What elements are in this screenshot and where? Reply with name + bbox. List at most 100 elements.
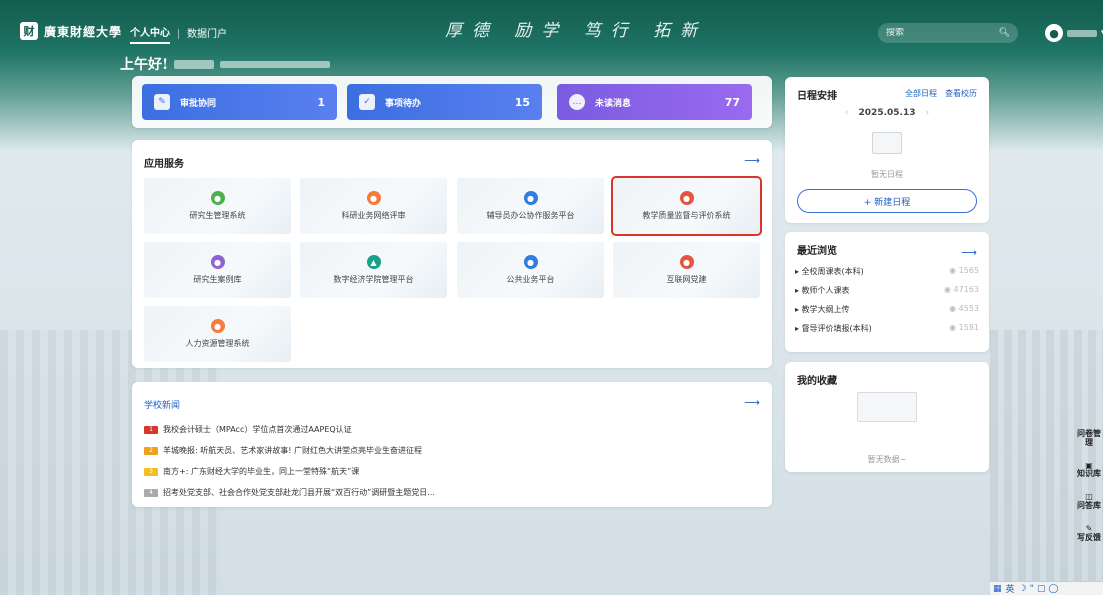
section-title[interactable]: 学校新闻 — [144, 398, 180, 411]
nav-personal-center[interactable]: 个人中心 — [130, 24, 170, 44]
app-services-panel: 应用服务 ⟶ ● 研究生管理系统 ● 科研业务网络评审 ● 辅导员办公协作服务平… — [132, 140, 772, 368]
stat-todo[interactable]: ✓ 事项待办 15 — [347, 84, 542, 120]
ime-lang[interactable]: 英 — [1006, 582, 1015, 595]
arrow-right-icon[interactable]: ⟶ — [744, 396, 760, 409]
schedule-links: 全部日程 查看校历 — [905, 88, 977, 99]
stat-count: 1 — [317, 95, 325, 109]
app-tile[interactable]: ● 研究生案例库 — [144, 242, 291, 298]
schedule-panel: 日程安排 全部日程 查看校历 ‹ 2025.05.13 › 暂无日程 + 新建日程 — [785, 77, 989, 223]
recent-name: 全校周课表(本科) — [801, 267, 864, 276]
current-date: 2025.05.13 — [858, 108, 916, 118]
app-name: 研究生案例库 — [193, 275, 242, 284]
news-item[interactable]: 3 南方+: 广东财经大学的毕业生，同上一堂特殊“航天”课 — [144, 466, 435, 477]
new-schedule-button[interactable]: + 新建日程 — [797, 189, 977, 213]
logo-text: 廣東財經大學 — [44, 24, 123, 39]
app-tile-highlighted[interactable]: ● 教学质量监督与评价系统 — [611, 176, 762, 236]
app-tile[interactable]: ● 公共业务平台 — [457, 242, 604, 298]
knowledge-tool[interactable]: ▣ 知识库 — [1077, 461, 1101, 480]
app-tile[interactable]: ● 互联网党建 — [613, 242, 760, 298]
news-tag-icon: 2 — [144, 446, 158, 455]
app-name: 人力资源管理系统 — [185, 339, 250, 348]
stat-approval[interactable]: ✎ 审批协同 1 — [142, 84, 337, 120]
app-tile[interactable]: ● 研究生管理系统 — [144, 178, 291, 234]
arrow-right-icon[interactable]: ⟶ — [744, 154, 760, 167]
chevron-left-icon[interactable]: ‹ — [845, 108, 849, 118]
app-tile[interactable]: ● 科研业务网络评审 — [300, 178, 447, 234]
news-tag-icon: 4 — [144, 488, 158, 497]
logo-icon: 财 — [20, 22, 38, 40]
recent-panel: 最近浏览 ⟶ ▸ 全校周课表(本科) ◉ 1565 ▸ 教师个人课表 ◉ 471… — [785, 232, 989, 352]
app-name: 研究生管理系统 — [189, 211, 246, 220]
app-icon: ● — [523, 255, 538, 269]
arrow-right-icon[interactable]: ⟶ — [961, 246, 977, 259]
nav-divider — [178, 29, 179, 39]
section-title: 最近浏览 — [797, 246, 837, 257]
calendar-link[interactable]: 查看校历 — [945, 88, 977, 99]
feedback-tool[interactable]: ✎ 写反馈 — [1077, 524, 1101, 543]
avatar[interactable]: ● — [1045, 24, 1063, 42]
app-name: 数字经济学院管理平台 — [333, 275, 414, 284]
app-icon: ● — [679, 255, 694, 269]
qa-tool[interactable]: ◫ 问答库 — [1077, 492, 1101, 511]
date-switcher: ‹ 2025.05.13 › — [785, 108, 989, 118]
app-tile[interactable]: ● 辅导员办公协作服务平台 — [457, 178, 604, 234]
recent-item[interactable]: ▸ 督导评价填报(本科) ◉ 1581 — [795, 323, 979, 334]
stat-count: 15 — [514, 95, 530, 109]
side-toolbar: 问卷管理 ▣ 知识库 ◫ 问答库 ✎ 写反馈 — [1075, 429, 1103, 543]
search-icon[interactable]: 🔍︎ — [999, 28, 1010, 38]
questionnaire-tool[interactable]: 问卷管理 — [1077, 429, 1101, 448]
app-icon: ● — [210, 191, 225, 205]
greeting-text: 上午好! — [120, 57, 169, 73]
qa-label: 问答库 — [1077, 500, 1101, 510]
app-icon: ● — [210, 255, 225, 269]
app-icon: ● — [523, 191, 538, 205]
empty-text: 暂无数据~ — [867, 455, 907, 464]
section-title: 我的收藏 — [797, 376, 837, 387]
recent-item[interactable]: ▸ 全校周课表(本科) ◉ 1565 — [795, 266, 979, 277]
news-text: 招考处党支部、社会合作处党支部赴龙门县开展“双百行动”调研暨主题党日... — [163, 488, 435, 497]
section-title: 日程安排 — [797, 91, 837, 102]
stat-messages[interactable]: … 未读消息 77 — [557, 84, 752, 120]
app-icon: ▲ — [366, 255, 381, 269]
user-menu[interactable]: ● ▾ — [1045, 24, 1103, 42]
recent-item[interactable]: ▸ 教师个人课表 ◉ 47163 — [795, 285, 979, 296]
recent-item[interactable]: ▸ 教学大纲上传 ◉ 4553 — [795, 304, 979, 315]
ime-toolbar[interactable]: ▦ 英 ☽ “ ▢ ◯ — [990, 581, 1103, 595]
search-input[interactable] — [886, 28, 976, 38]
nav-data-portal[interactable]: 数据门户 — [187, 25, 227, 43]
app-tile[interactable]: ▲ 数字经济学院管理平台 — [300, 242, 447, 298]
app-name: 互联网党建 — [666, 275, 707, 284]
view-count: 4553 — [958, 304, 979, 313]
news-item[interactable]: 2 羊城晚报: 听航天员、艺术家讲故事! 广财红色大讲堂点亮毕业生奋进征程 — [144, 445, 435, 456]
feedback-label: 写反馈 — [1077, 532, 1101, 542]
search-box[interactable]: 🔍︎ — [878, 23, 1018, 43]
university-motto: 厚德 励学 笃行 拓新 — [445, 21, 708, 41]
ime-search-icon[interactable]: ▦ — [993, 584, 1002, 594]
empty-calendar-icon — [872, 132, 902, 154]
ime-tools-icon[interactable]: ☽ “ ▢ ◯ — [1019, 584, 1059, 594]
approval-icon: ✎ — [154, 94, 170, 110]
news-item[interactable]: 4 招考处党支部、社会合作处党支部赴龙门县开展“双百行动”调研暨主题党日... — [144, 487, 435, 498]
view-count: 1581 — [958, 323, 979, 332]
stat-count: 77 — [724, 95, 740, 109]
empty-text: 暂无日程 — [871, 170, 903, 179]
stat-label: 未读消息 — [595, 98, 632, 109]
news-tag-icon: 1 — [144, 425, 158, 434]
stat-label: 事项待办 — [385, 98, 422, 109]
stat-label: 审批协同 — [180, 98, 217, 109]
message-icon: … — [569, 94, 585, 110]
all-schedules-link[interactable]: 全部日程 — [905, 88, 937, 99]
app-name: 公共业务平台 — [506, 275, 555, 284]
university-logo[interactable]: 财 廣東財經大學 — [20, 22, 122, 40]
chevron-right-icon[interactable]: › — [925, 108, 929, 118]
empty-box-icon — [857, 392, 917, 422]
news-list: 1 我校会计硕士（MPAcc）学位点首次通过AAPEQ认证 2 羊城晚报: 听航… — [144, 424, 435, 498]
app-tile[interactable]: ● 人力资源管理系统 — [144, 306, 291, 362]
news-text: 我校会计硕士（MPAcc）学位点首次通过AAPEQ认证 — [163, 425, 352, 434]
news-item[interactable]: 1 我校会计硕士（MPAcc）学位点首次通过AAPEQ认证 — [144, 424, 435, 435]
news-text: 羊城晚报: 听航天员、艺术家讲故事! 广财红色大讲堂点亮毕业生奋进征程 — [163, 446, 422, 455]
favorites-panel: 我的收藏 暂无数据~ — [785, 362, 989, 472]
section-title: 应用服务 — [144, 159, 184, 170]
app-name: 辅导员办公协作服务平台 — [486, 211, 575, 220]
app-icon: ● — [210, 319, 225, 333]
